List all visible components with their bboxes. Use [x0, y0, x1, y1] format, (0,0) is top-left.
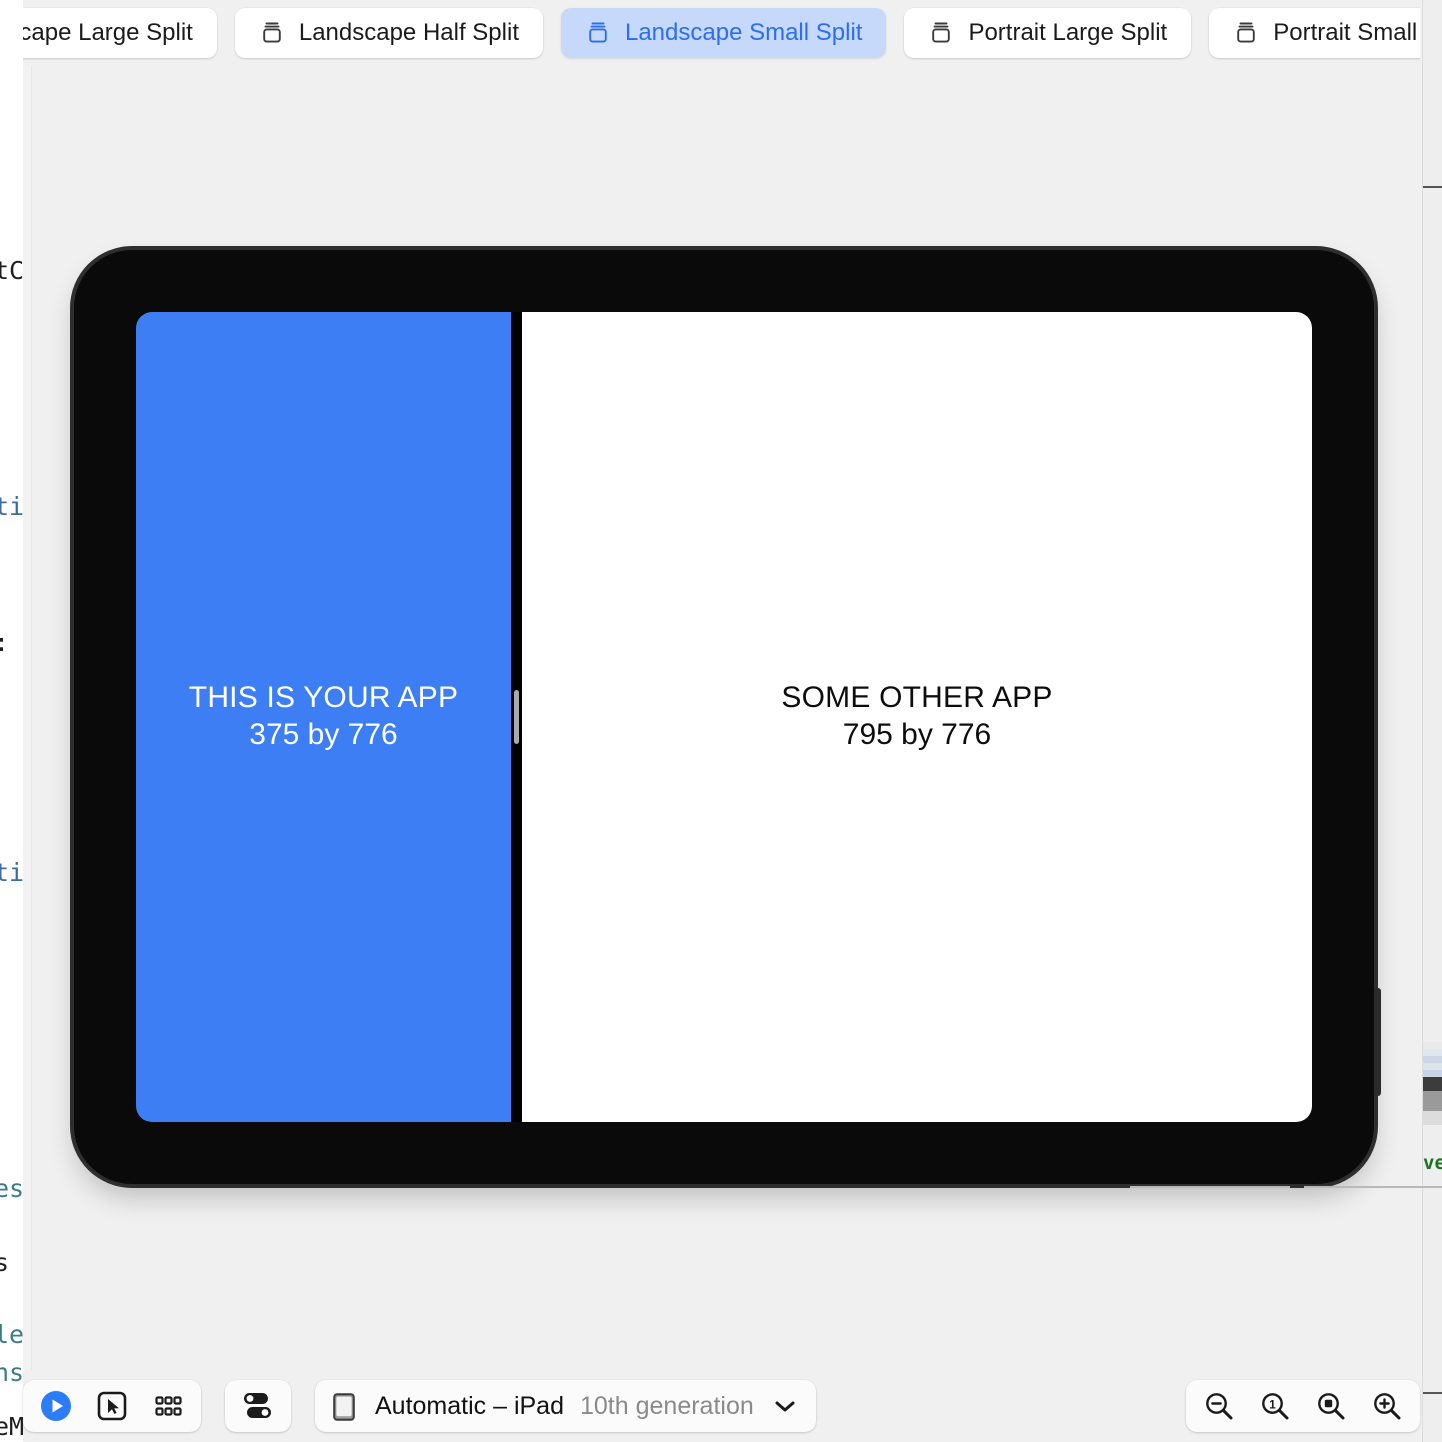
ipad-device-icon: [928, 20, 954, 46]
ipad-device-frame: THIS IS YOUR APP 375 by 776 SOME OTHER A…: [74, 250, 1381, 1184]
panel-tick-top: [1423, 186, 1442, 188]
preview-canvas-window: tC ti: ti es s le ns eM ve Landscape Large Spli…: [0, 0, 1442, 1442]
ipad-device-icon: [1233, 20, 1259, 46]
volume-button: [1374, 988, 1381, 1096]
device-preview-canvas[interactable]: THIS IS YOUR APP 375 by 776 SOME OTHER A…: [32, 66, 1442, 1370]
preview-settings-group[interactable]: [225, 1380, 291, 1432]
console-output-text: ve: [1423, 1152, 1442, 1174]
variant-tab-portrait-large-split[interactable]: Portrait Large Split: [904, 8, 1192, 58]
device-selector-name: Automatic – iPad: [375, 1391, 564, 1420]
panel-tick-bottom: [1423, 1392, 1442, 1394]
code-fragment: es: [0, 1174, 23, 1203]
svg-text:1: 1: [1269, 1397, 1276, 1411]
variant-tab-portrait-small-split[interactable]: Portrait Small Split: [1209, 8, 1420, 58]
playback-controls-group[interactable]: [23, 1380, 201, 1432]
code-fragment: ti: [0, 858, 23, 887]
zoom-controls-group[interactable]: 1: [1186, 1380, 1420, 1432]
app-pane-other-app[interactable]: SOME OTHER APP 795 by 776: [522, 312, 1312, 1122]
zoom-to-fit-button[interactable]: [1308, 1384, 1354, 1428]
editor-divider: [23, 0, 32, 1442]
other-app-size: 795 by 776: [842, 718, 992, 751]
ipad-device-icon: [333, 1393, 359, 1421]
device-selector[interactable]: Automatic – iPad 10th generation: [315, 1380, 816, 1432]
zoom-in-button[interactable]: [1364, 1384, 1410, 1428]
zoom-actual-size-button[interactable]: 1: [1252, 1384, 1298, 1428]
variant-tab-label: Portrait Large Split: [968, 19, 1168, 46]
ipad-screen[interactable]: THIS IS YOUR APP 375 by 776 SOME OTHER A…: [136, 312, 1312, 1122]
ipad-device-icon: [585, 20, 611, 46]
play-button[interactable]: [33, 1384, 79, 1428]
code-fragment: tC: [0, 256, 23, 285]
resize-handle-left[interactable]: [1130, 1186, 1290, 1188]
resize-handle-right[interactable]: [1304, 1186, 1442, 1188]
variant-tab-label: Landscape Large Split: [23, 19, 193, 46]
your-app-title: THIS IS YOUR APP: [188, 681, 459, 715]
inspect-button[interactable]: [89, 1384, 135, 1428]
split-view-drag-handle[interactable]: [514, 690, 519, 744]
code-fragment: :: [0, 628, 9, 657]
your-app-size: 375 by 776: [249, 718, 398, 751]
variant-tab-landscape-large-split[interactable]: Landscape Large Split: [23, 8, 217, 58]
device-selector-generation: 10th generation: [580, 1391, 754, 1420]
source-editor-clipped: tC ti: ti es s le ns eM: [0, 0, 23, 1442]
preview-toolbar[interactable]: Automatic – iPad 10th generation 1: [23, 1370, 1420, 1442]
code-fragment: s: [0, 1248, 10, 1277]
split-view-divider[interactable]: [511, 312, 522, 1122]
zoom-out-button[interactable]: [1196, 1384, 1242, 1428]
variant-tab-landscape-half-split[interactable]: Landscape Half Split: [234, 8, 543, 58]
variant-tab-landscape-small-split[interactable]: Landscape Small Split: [560, 8, 887, 58]
variants-button[interactable]: [145, 1384, 191, 1428]
device-variant-tabbar[interactable]: Landscape Large Split Landscape Half Spli…: [23, 0, 1420, 66]
code-fragment: ns: [0, 1358, 23, 1387]
chevron-down-icon[interactable]: [774, 1399, 796, 1413]
variant-tab-label: Landscape Half Split: [298, 19, 519, 46]
code-fragment: eM: [0, 1412, 23, 1441]
app-pane-your-app[interactable]: THIS IS YOUR APP 375 by 776: [136, 312, 511, 1122]
code-fragment: le: [0, 1320, 23, 1349]
variant-tab-label: Portrait Small Split: [1273, 19, 1420, 46]
ipad-device-icon: [259, 20, 285, 46]
code-fragment: ti: [0, 492, 23, 521]
preview-settings-button[interactable]: [235, 1384, 281, 1428]
console-scroll-lines: [1423, 1042, 1442, 1125]
variant-tab-label: Landscape Small Split: [624, 19, 863, 46]
other-app-title: SOME OTHER APP: [781, 681, 1053, 715]
right-panel-edge: [1422, 0, 1442, 1442]
